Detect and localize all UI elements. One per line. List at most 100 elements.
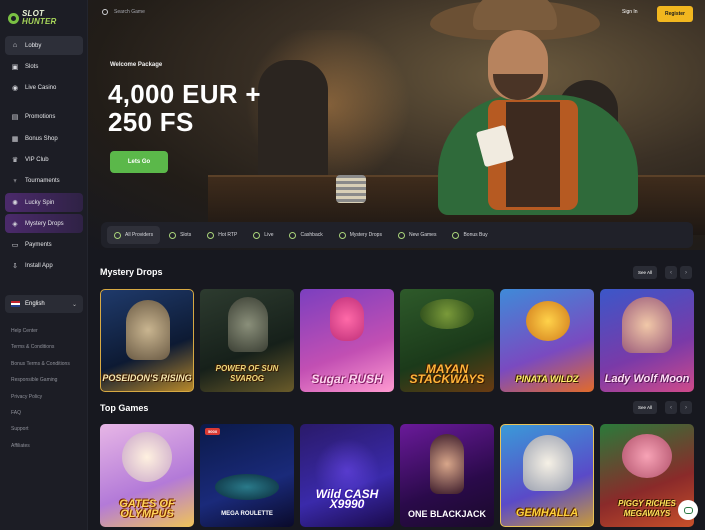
language-select[interactable]: English ⌄ <box>5 295 83 313</box>
footer-links: Help Center Terms & Conditions Bonus Ter… <box>11 327 85 458</box>
poker-chips <box>336 175 366 203</box>
tab-all-providers[interactable]: All Providers <box>107 226 161 244</box>
top-header: Search Game Sign In Register <box>88 0 705 30</box>
game-tile[interactable]: GEMHALLA <box>500 424 594 527</box>
search-input[interactable]: Search Game <box>102 9 145 15</box>
sidebar-item-promotions[interactable]: ▤ Promotions <box>5 108 83 127</box>
chevron-right-icon[interactable]: › <box>680 266 692 279</box>
sidebar-item-install-app[interactable]: ⇩ Install App <box>5 257 83 276</box>
footer-link[interactable]: Help Center <box>11 327 85 343</box>
footer-link[interactable]: Affiliates <box>11 442 85 458</box>
sidebar-item-label: Promotions <box>25 114 56 121</box>
sidebar-item-label: Lobby <box>25 42 42 49</box>
tab-new-games[interactable]: New Games <box>391 226 444 244</box>
live-icon <box>253 231 261 239</box>
sidebar-item-label: VIP Club <box>25 156 49 163</box>
flag-uk-icon <box>11 301 20 307</box>
gift-icon: ▤ <box>11 114 19 122</box>
mystery-drops-row: POSEIDON'S RISING POWER OF SUN SVAROG Su… <box>100 289 694 392</box>
search-icon <box>102 9 108 15</box>
sidebar-item-label: Payments <box>25 242 52 249</box>
top-games-row: GATES OF OLYMPUS 500X MEGA ROULETTE Wild… <box>100 424 694 527</box>
game-tile[interactable]: Wild CASH X9990 <box>300 424 394 527</box>
tab-cashback[interactable]: Cashback <box>282 226 329 244</box>
search-placeholder: Search Game <box>114 9 145 15</box>
signin-button[interactable]: Sign In <box>622 9 638 15</box>
sidebar-item-label: Live Casino <box>25 85 57 92</box>
tab-mystery-drops[interactable]: Mystery Drops <box>332 226 389 244</box>
sidebar-item-payments[interactable]: ▭ Payments <box>5 236 83 255</box>
logo-icon <box>8 12 19 24</box>
register-button[interactable]: Register <box>657 6 693 22</box>
sidebar-item-label: Mystery Drops <box>25 220 64 227</box>
game-tile[interactable]: Sugar RUSH <box>300 289 394 392</box>
providers-icon <box>114 231 121 239</box>
chevron-down-icon: ⌄ <box>71 301 77 308</box>
game-tile[interactable]: ONE BLACKJACK <box>400 424 494 527</box>
hero-label: Welcome Package <box>110 62 163 68</box>
shop-icon: ▦ <box>11 135 19 143</box>
footer-link[interactable]: Support <box>11 425 85 441</box>
crown-icon: ♛ <box>11 156 19 164</box>
sidebar-item-tournaments[interactable]: ♆ Tournaments <box>5 172 83 191</box>
wheel-icon: ✺ <box>12 199 18 207</box>
game-tile[interactable]: 500X MEGA ROULETTE <box>200 424 294 527</box>
sidebar-item-lucky-spin[interactable]: ✺ Lucky Spin <box>5 193 83 213</box>
drop-icon: ◈ <box>12 220 18 228</box>
lets-go-button[interactable]: Lets Go <box>110 151 168 173</box>
sidebar-item-label: Slots <box>25 63 39 70</box>
tab-live[interactable]: Live <box>246 226 280 244</box>
hero-banner: Welcome Package 4,000 EUR + 250 FS Lets … <box>88 0 705 250</box>
chevron-right-icon[interactable]: › <box>680 401 692 414</box>
footer-link[interactable]: Responsible Gaming <box>11 376 85 392</box>
game-tile[interactable]: POWER OF SUN SVAROG <box>200 289 294 392</box>
cowboy-illustration <box>368 0 698 215</box>
sidebar-item-bonus-shop[interactable]: ▦ Bonus Shop <box>5 129 83 148</box>
sidebar-item-lobby[interactable]: ⌂ Lobby <box>5 36 83 55</box>
hero-title: 4,000 EUR + 250 FS <box>108 79 261 137</box>
footer-link[interactable]: Privacy Policy <box>11 393 85 409</box>
brand-logo[interactable]: SLOT HUNTER <box>8 10 57 26</box>
trophy-icon: ♆ <box>12 177 18 185</box>
game-tile[interactable]: PIGGY RICHES MEGAWAYS <box>600 424 694 527</box>
drop-icon <box>338 231 346 239</box>
download-icon: ⇩ <box>12 263 18 271</box>
chip-icon: ◉ <box>11 85 19 93</box>
footer-link[interactable]: FAQ <box>11 409 85 425</box>
bonus-icon <box>452 231 460 239</box>
language-label: English <box>25 301 45 307</box>
game-tile[interactable]: GATES OF OLYMPUS <box>100 424 194 527</box>
section-title-top-games: Top Games <box>100 403 149 413</box>
see-all-button[interactable]: See All <box>633 266 657 279</box>
multiplier-badge: 500X <box>205 428 221 435</box>
chevron-left-icon[interactable]: ‹ <box>665 401 677 414</box>
sidebar: SLOT HUNTER ⌂ Lobby ▣ Slots ◉ Live Casin… <box>0 0 88 530</box>
cashback-icon <box>289 231 297 239</box>
footer-link[interactable]: Terms & Conditions <box>11 343 85 359</box>
tab-bonus-buy[interactable]: Bonus Buy <box>445 226 494 244</box>
game-tile[interactable]: POSEIDON'S RISING <box>100 289 194 392</box>
sidebar-item-slots[interactable]: ▣ Slots <box>5 57 83 76</box>
sidebar-item-live-casino[interactable]: ◉ Live Casino <box>5 79 83 98</box>
footer-link[interactable]: Bonus Terms & Conditions <box>11 360 85 376</box>
category-tabs: All Providers Slots Hot RTP Live Cashbac… <box>101 222 693 248</box>
game-tile[interactable]: PINATA WILDZ <box>500 289 594 392</box>
chevron-left-icon[interactable]: ‹ <box>665 266 677 279</box>
game-tile[interactable]: Lady Wolf Moon <box>600 289 694 392</box>
sidebar-item-vip-club[interactable]: ♛ VIP Club <box>5 150 83 169</box>
slot-icon <box>169 231 177 239</box>
section-title-mystery-drops: Mystery Drops <box>100 267 163 277</box>
slot-icon: ▣ <box>11 63 19 71</box>
sidebar-item-label: Install App <box>25 263 53 270</box>
sidebar-nav: ⌂ Lobby ▣ Slots ◉ Live Casino ▤ Promotio… <box>5 36 83 278</box>
new-icon <box>397 231 405 239</box>
sidebar-item-label: Tournaments <box>25 178 60 185</box>
tab-hot-rtp[interactable]: Hot RTP <box>200 226 244 244</box>
sidebar-item-label: Bonus Shop <box>25 135 58 142</box>
home-icon: ⌂ <box>12 42 18 49</box>
sidebar-item-mystery-drops[interactable]: ◈ Mystery Drops <box>5 214 83 234</box>
see-all-button[interactable]: See All <box>633 401 657 414</box>
card-icon: ▭ <box>11 242 19 250</box>
tab-slots[interactable]: Slots <box>162 226 198 244</box>
game-tile[interactable]: MAYAN STACKWAYS <box>400 289 494 392</box>
